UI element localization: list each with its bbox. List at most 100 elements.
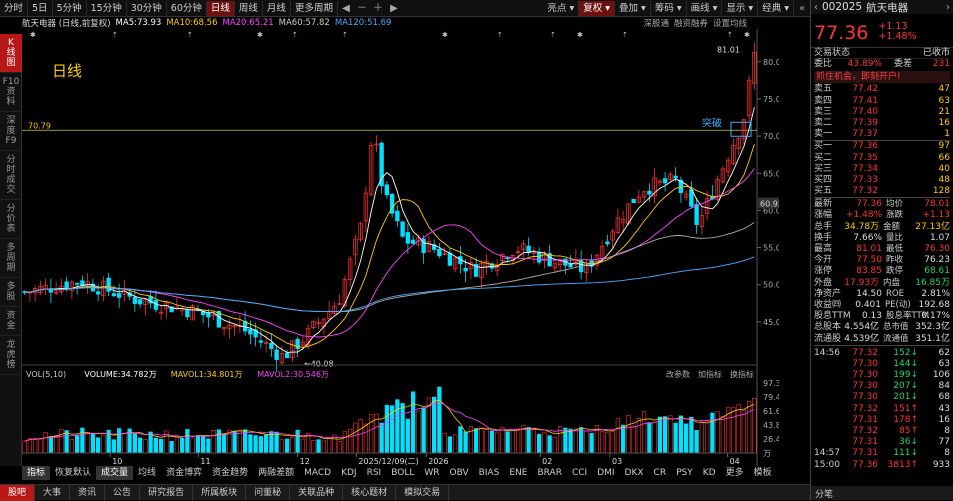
buy-row-4[interactable]: 买五 77.32 128 (814, 186, 950, 197)
left-tab-3[interactable]: 分时成交 (0, 151, 22, 200)
event-marker-icon[interactable]: ⇡ (342, 31, 348, 39)
breakout-box[interactable] (730, 121, 752, 137)
left-tab-4[interactable]: 分价表 (0, 200, 22, 239)
kline-chart[interactable]: 80.0075.0070.0065.0060.0055.0050.0045.00… (22, 29, 779, 466)
open-account-banner[interactable]: 抓住机会，即刻开户! (814, 71, 950, 84)
buy-row-0[interactable]: 买一 77.36 97 (814, 141, 950, 152)
tool-button-4[interactable]: 画线 ▾ (687, 0, 723, 16)
vol-button-1[interactable]: 加指标 (698, 369, 722, 379)
period-tab-1[interactable]: 5日 (28, 0, 53, 16)
footer-tab-3[interactable]: 公告 (105, 484, 141, 501)
tool-button-5[interactable]: 显示 ▾ (722, 0, 759, 16)
prev-icon[interactable]: ◀ (338, 1, 354, 16)
indicator-tab-22[interactable]: 更多 (721, 466, 749, 480)
tool-button-1[interactable]: 复权 ▾ (579, 0, 616, 16)
buy-row-1[interactable]: 买二 77.35 66 (814, 153, 950, 164)
period-tab-4[interactable]: 30分钟 (127, 0, 167, 16)
forward-arrow-icon[interactable]: › (946, 2, 950, 13)
left-tab-0[interactable]: K线图 (0, 34, 22, 73)
footer-tab-8[interactable]: 核心题材 (343, 484, 397, 501)
event-marker-icon[interactable]: ⇡ (727, 31, 733, 39)
event-marker-icon[interactable]: ✱ (744, 31, 750, 39)
sell-row-3[interactable]: 卖二 77.39 16 (814, 118, 950, 129)
tick-list[interactable]: 14:56 77.32 152↓ 62 77.30 144↓ 63 77.30 199↓ 106 7… (814, 346, 950, 471)
indicator-tab-23[interactable]: 模板 (749, 466, 777, 480)
event-marker-icon[interactable]: ✱ (30, 31, 36, 39)
indicator-tab-16[interactable]: CCI (567, 466, 592, 480)
event-marker-icon[interactable]: ⇡ (112, 31, 118, 39)
left-tab-8[interactable]: 龙虎榜 (0, 336, 22, 375)
info-link-2[interactable]: 设置均线 (713, 17, 747, 29)
ticks-tab[interactable]: 分笔 (815, 487, 833, 500)
footer-tab-4[interactable]: 研究报告 (140, 484, 194, 501)
event-marker-icon[interactable]: ⇡ (292, 31, 298, 39)
event-marker-icon[interactable]: ⇡ (187, 31, 193, 39)
period-tab-0[interactable]: 分时 (0, 0, 29, 16)
back-arrow-icon[interactable]: ‹ (814, 2, 818, 13)
tool-button-3[interactable]: 筹码 ▾ (651, 0, 687, 16)
left-tab-5[interactable]: 多周期 (0, 239, 22, 278)
left-tab-6[interactable]: 多股 (0, 278, 22, 307)
footer-tab-1[interactable]: 大事 (35, 484, 71, 501)
indicator-tab-10[interactable]: BOLL (386, 466, 419, 480)
period-tab-6[interactable]: 日线 (206, 0, 235, 16)
indicator-tab-15[interactable]: BRAR (532, 466, 566, 480)
period-tab-9[interactable]: 更多周期 (291, 0, 338, 16)
indicator-tab-8[interactable]: KDJ (336, 466, 362, 480)
indicator-tab-18[interactable]: DKX (620, 466, 649, 480)
footer-tab-2[interactable]: 资讯 (70, 484, 106, 501)
period-tab-8[interactable]: 月线 (263, 0, 291, 16)
info-link-0[interactable]: 深股通 (643, 17, 669, 29)
footer-tab-5[interactable]: 所属板块 (193, 484, 247, 501)
event-marker-icon[interactable]: ✱ (257, 31, 263, 39)
buy-row-2[interactable]: 买三 77.34 40 (814, 164, 950, 175)
info-link-1[interactable]: 融资融券 (674, 17, 708, 29)
tool-button-6[interactable]: 经典 ▾ (758, 0, 794, 16)
left-tab-7[interactable]: 资金 (0, 307, 22, 336)
indicator-tab-11[interactable]: WR (419, 466, 444, 480)
indicator-tab-1[interactable]: 恢复默认 (50, 466, 96, 480)
indicator-tab-20[interactable]: PSY (671, 466, 698, 480)
indicator-tab-13[interactable]: BIAS (474, 466, 505, 480)
event-marker-icon[interactable]: ⇡ (622, 31, 628, 39)
event-marker-icon[interactable]: ✱ (577, 31, 583, 39)
vol-button-0[interactable]: 改参数 (666, 369, 690, 379)
indicator-tab-17[interactable]: DMI (592, 466, 619, 480)
indicator-tab-4[interactable]: 资金博弈 (161, 466, 207, 480)
footer-tab-0[interactable]: 股吧 (0, 484, 36, 501)
zoom-in-icon[interactable]: ＋ (370, 1, 386, 16)
footer-tab-6[interactable]: 问董秘 (246, 484, 291, 501)
indicator-tab-19[interactable]: CR (649, 466, 672, 480)
footer-tab-9[interactable]: 模拟交易 (396, 484, 450, 501)
indicator-tab-9[interactable]: RSI (362, 466, 387, 480)
indicator-tab-5[interactable]: 资金趋势 (207, 466, 253, 480)
period-tab-3[interactable]: 15分钟 (87, 0, 127, 16)
period-tab-7[interactable]: 周线 (235, 0, 263, 16)
indicator-tab-12[interactable]: OBV (445, 466, 474, 480)
next-icon[interactable]: ▶ (386, 1, 402, 16)
indicator-tab-2[interactable]: 成交量 (96, 466, 134, 480)
left-tab-2[interactable]: 深度 F9 (0, 112, 22, 151)
period-tab-2[interactable]: 5分钟 (53, 0, 87, 16)
collapse-icon[interactable]: « (794, 1, 810, 16)
tool-button-0[interactable]: 亮点 ▾ (543, 0, 580, 16)
buy-row-3[interactable]: 买四 77.33 48 (814, 175, 950, 186)
event-marker-icon[interactable]: ⇡ (550, 31, 556, 39)
sell-row-2[interactable]: 卖三 77.40 21 (814, 107, 950, 118)
footer-tab-7[interactable]: 关联品种 (290, 484, 344, 501)
event-marker-icon[interactable]: ✱ (442, 31, 448, 39)
indicator-tab-14[interactable]: ENE (504, 466, 532, 480)
event-marker-icon[interactable]: ⇡ (497, 31, 503, 39)
indicator-tab-7[interactable]: MACD (299, 466, 336, 480)
tool-button-2[interactable]: 叠加 ▾ (615, 0, 651, 16)
indicator-tab-3[interactable]: 均线 (133, 466, 161, 480)
zoom-out-icon[interactable]: － (354, 1, 370, 16)
sell-row-1[interactable]: 卖四 77.41 63 (814, 96, 950, 107)
vol-button-2[interactable]: 换指标 (730, 369, 754, 379)
indicator-tab-6[interactable]: 两融差额 (253, 466, 299, 480)
period-tab-5[interactable]: 60分钟 (167, 0, 207, 16)
left-tab-1[interactable]: F10 资料 (0, 73, 22, 112)
sell-row-0[interactable]: 卖五 77.42 47 (814, 84, 950, 95)
sell-row-4[interactable]: 卖一 77.37 1 (814, 129, 950, 140)
indicator-tab-0[interactable]: 指标 (22, 466, 51, 480)
